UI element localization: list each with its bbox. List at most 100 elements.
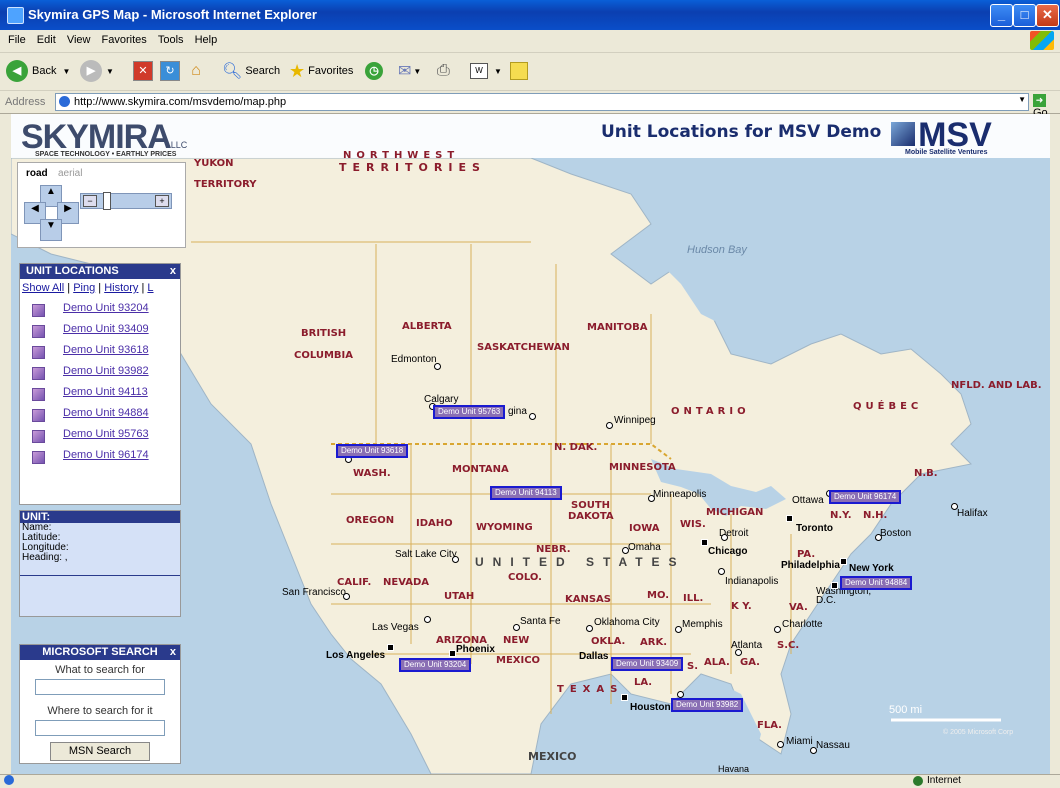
stop-button[interactable]: ✕ xyxy=(133,59,153,83)
unit-link[interactable]: Demo Unit 95763 xyxy=(63,428,149,440)
region-label: S.C. xyxy=(777,640,800,651)
unit-marker[interactable]: Demo Unit 93409 xyxy=(611,657,684,671)
zoom-in-icon[interactable]: + xyxy=(155,195,169,207)
mail-button[interactable]: ✉ ▼ xyxy=(398,59,421,83)
go-arrow-icon: ➜ xyxy=(1033,94,1046,107)
region-label: TERRITORY xyxy=(194,179,257,190)
city-dot xyxy=(875,534,882,541)
list-item[interactable]: Demo Unit 95763 xyxy=(20,426,180,447)
menu-file[interactable]: File xyxy=(8,34,26,46)
search-panel-close-icon[interactable]: x xyxy=(170,645,176,660)
city-label: Toronto xyxy=(796,523,834,534)
unit-marker[interactable]: Demo Unit 96174 xyxy=(829,490,902,504)
region-label: FLA. xyxy=(757,720,782,731)
aerial-view-toggle[interactable]: aerial xyxy=(58,168,82,179)
tab-history[interactable]: History xyxy=(104,282,138,294)
unit-marker[interactable]: Demo Unit 93982 xyxy=(671,698,744,712)
zoom-slider-handle[interactable] xyxy=(103,192,111,210)
zoom-slider[interactable]: − + xyxy=(80,192,172,210)
refresh-button[interactable]: ↻ xyxy=(160,59,180,83)
maximize-button[interactable]: □ xyxy=(1013,4,1036,27)
region-label: ALBERTA xyxy=(402,321,452,332)
forward-button[interactable]: ▶ ▼ xyxy=(80,59,114,83)
list-item[interactable]: Demo Unit 93982 xyxy=(20,363,180,384)
edit-button[interactable]: W ▼ xyxy=(470,59,502,83)
unit-link[interactable]: Demo Unit 96174 xyxy=(63,449,149,461)
zoom-out-icon[interactable]: − xyxy=(83,195,97,207)
what-input[interactable] xyxy=(35,679,165,695)
unit-marker[interactable]: Demo Unit 94113 xyxy=(490,486,562,500)
region-label: MEXICO xyxy=(496,655,541,666)
menu-help[interactable]: Help xyxy=(195,34,218,46)
msn-search-button[interactable]: MSN Search xyxy=(50,742,150,761)
scale-label: 500 mi xyxy=(889,704,923,716)
city-dot xyxy=(677,691,684,698)
region-label: N.B. xyxy=(914,468,938,479)
city-label: Omaha xyxy=(628,542,661,553)
unit-link[interactable]: Demo Unit 93409 xyxy=(63,323,149,335)
discuss-button[interactable] xyxy=(510,59,528,83)
unit-marker[interactable]: Demo Unit 93618 xyxy=(336,444,409,458)
skymira-logo[interactable]: SKYMIRALLC SPACE TECHNOLOGY • EARTHLY PR… xyxy=(21,118,187,158)
window-title-bar[interactable]: Skymira GPS Map - Microsoft Internet Exp… xyxy=(0,0,1060,30)
menu-favorites[interactable]: Favorites xyxy=(102,34,147,46)
where-input[interactable] xyxy=(35,720,165,736)
tab-ping[interactable]: Ping xyxy=(73,282,95,294)
list-item[interactable]: Demo Unit 94884 xyxy=(20,405,180,426)
region-label: WASH. xyxy=(353,468,391,479)
search-button[interactable]: 🔍︎ Search xyxy=(222,59,280,83)
pan-south-icon[interactable]: ▼ xyxy=(40,219,62,241)
favorites-button[interactable]: ★ Favorites xyxy=(289,59,353,83)
unit-marker[interactable]: Demo Unit 94884 xyxy=(840,576,913,590)
unit-link[interactable]: Demo Unit 94884 xyxy=(63,407,149,419)
tab-l[interactable]: L xyxy=(147,282,153,294)
list-item[interactable]: Demo Unit 96174 xyxy=(20,447,180,468)
city-label: Boston xyxy=(880,528,912,539)
city-dot xyxy=(529,413,536,420)
unit-link[interactable]: Demo Unit 93618 xyxy=(63,344,149,356)
road-view-toggle[interactable]: road xyxy=(26,168,48,179)
back-label: Back xyxy=(32,65,57,77)
history-button[interactable]: ◷ xyxy=(365,59,383,83)
list-item[interactable]: Demo Unit 93204 xyxy=(20,300,180,321)
address-dropdown-icon[interactable]: ▼ xyxy=(1018,95,1026,104)
where-label: Where to search for it xyxy=(47,705,153,717)
unit-link[interactable]: Demo Unit 94113 xyxy=(63,386,148,398)
region-label: ILL. xyxy=(683,593,704,604)
unit-link[interactable]: Demo Unit 93982 xyxy=(63,365,149,377)
city-label: Minneapolis xyxy=(653,489,707,500)
home-button[interactable]: ⌂ xyxy=(187,59,205,83)
city-label: New York xyxy=(849,563,894,574)
city-label: Philadelphia xyxy=(781,560,840,571)
region-label: SOUTH xyxy=(571,500,611,511)
menu-edit[interactable]: Edit xyxy=(37,34,56,46)
unit-marker[interactable]: Demo Unit 93204 xyxy=(399,658,472,672)
close-button[interactable]: ✕ xyxy=(1036,4,1059,27)
unit-marker[interactable]: Demo Unit 95763 xyxy=(433,405,506,419)
unit-locations-panel: UNIT LOCATIONS x Show All | Ping | Histo… xyxy=(19,263,181,505)
address-bar: Address http://www.skymira.com/msvdemo/m… xyxy=(0,91,1060,119)
region-label: TEXAS xyxy=(557,684,624,695)
region-label: N.Y. xyxy=(830,510,852,521)
region-label: QUÉBEC xyxy=(853,401,923,412)
search-icon: 🔍︎ xyxy=(222,63,243,80)
list-item[interactable]: Demo Unit 93409 xyxy=(20,321,180,342)
unit-locations-close-icon[interactable]: x xyxy=(170,264,176,279)
unit-link[interactable]: Demo Unit 93204 xyxy=(63,302,149,314)
list-item[interactable]: Demo Unit 94113 xyxy=(20,384,180,405)
city-dot xyxy=(721,534,728,541)
pan-compass[interactable]: ▲ ◀ ▶ ▼ xyxy=(22,183,80,241)
city-label: Winnipeg xyxy=(614,415,656,426)
city-square xyxy=(387,644,394,651)
print-button[interactable]: ⎙ xyxy=(437,59,450,83)
address-input[interactable]: http://www.skymira.com/msvdemo/map.php ▼ xyxy=(55,93,1029,111)
tab-show-all[interactable]: Show All xyxy=(22,282,64,294)
microsoft-search-panel: MICROSOFT SEARCH x What to search for Wh… xyxy=(19,644,181,764)
back-button[interactable]: ◀ Back ▼ xyxy=(6,59,70,83)
menu-tools[interactable]: Tools xyxy=(158,34,184,46)
menu-view[interactable]: View xyxy=(67,34,91,46)
list-item[interactable]: Demo Unit 93618 xyxy=(20,342,180,363)
minimize-button[interactable]: _ xyxy=(990,4,1013,27)
page-icon xyxy=(59,96,70,107)
region-label: LA. xyxy=(634,677,653,688)
